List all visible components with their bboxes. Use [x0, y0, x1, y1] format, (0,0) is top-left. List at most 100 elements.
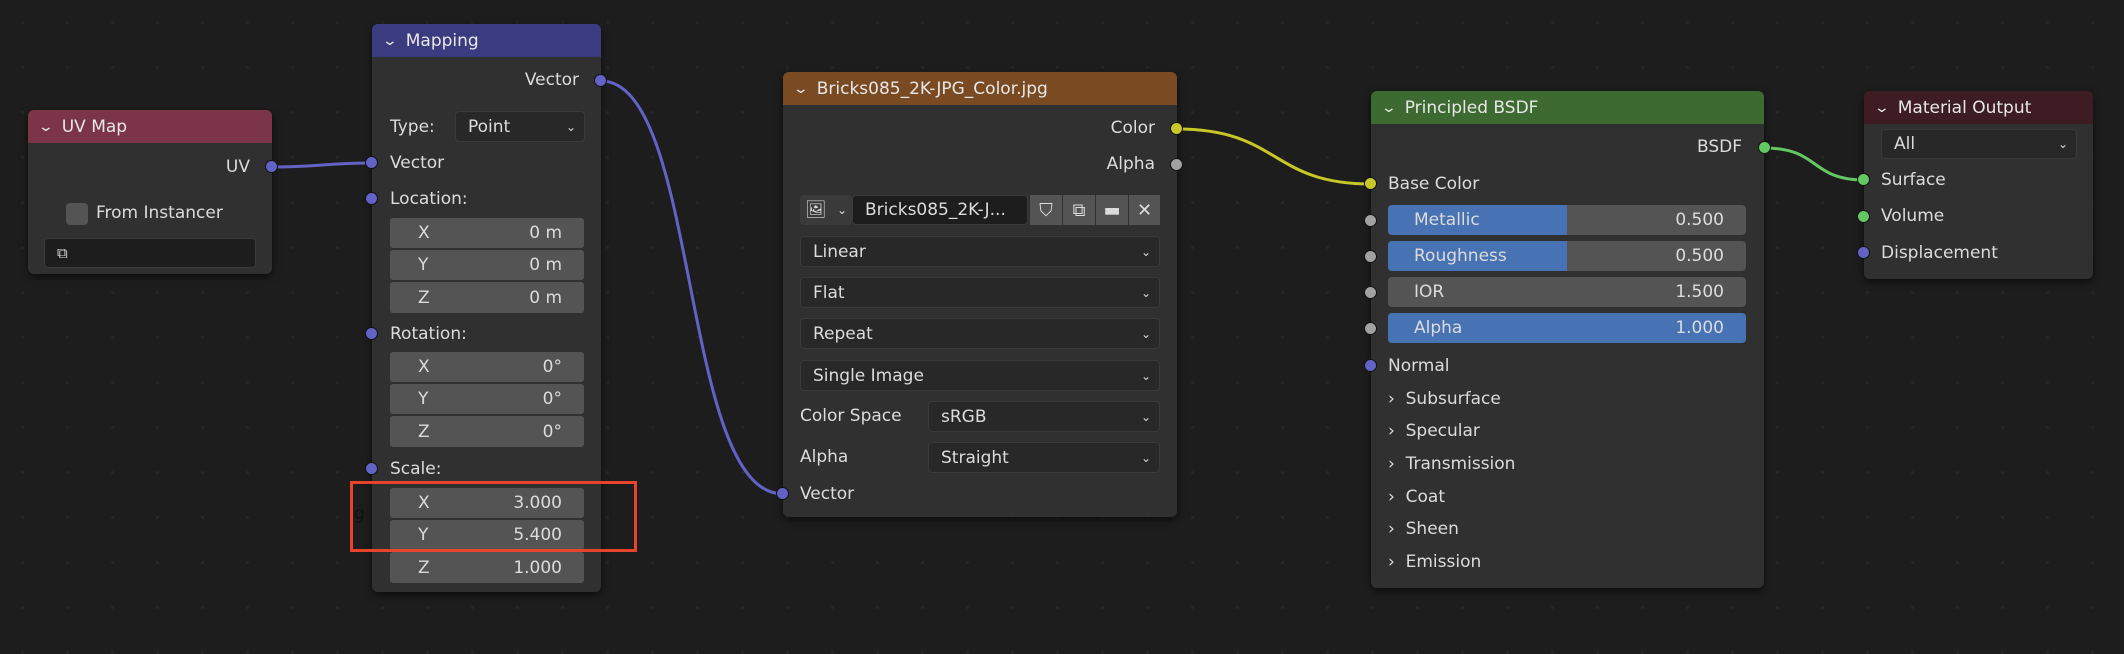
- normal-input-socket[interactable]: [1364, 359, 1377, 372]
- fake-user-button[interactable]: ⛉: [1030, 195, 1062, 225]
- image-texture-header[interactable]: ⌄ Bricks085_2K-JPG_Color.jpg: [783, 72, 1177, 105]
- uv-output-label: UV: [225, 157, 250, 177]
- panel-sheen[interactable]: › Sheen: [1388, 519, 1459, 539]
- uv-map-node[interactable]: ⌄ UV Map UV From Instancer ⧉: [28, 110, 272, 274]
- vector-input-label: Vector: [390, 153, 445, 173]
- dropdown-value: Flat: [813, 282, 845, 303]
- field-value: 0 m: [529, 255, 562, 275]
- folder-icon: ▬: [1103, 199, 1121, 221]
- roughness-input-socket[interactable]: [1364, 250, 1377, 263]
- volume-input-socket[interactable]: [1857, 210, 1870, 223]
- interpolation-dropdown[interactable]: Linear ⌄: [800, 236, 1160, 267]
- material-output-node[interactable]: ⌄ Material Output All ⌄ Surface Volume Dis…: [1864, 91, 2093, 279]
- material-output-header[interactable]: ⌄ Material Output: [1864, 91, 2093, 124]
- projection-dropdown[interactable]: Flat ⌄: [800, 277, 1160, 308]
- type-value: Point: [468, 116, 511, 137]
- location-label: Location:: [390, 189, 468, 209]
- field-value: 0°: [542, 421, 562, 442]
- color-output-socket[interactable]: [1170, 122, 1183, 135]
- alpha-slider[interactable]: Alpha 1.000: [1388, 313, 1746, 343]
- scale-z-field[interactable]: Z 1.000: [390, 552, 584, 583]
- from-instancer-label: From Instancer: [96, 203, 223, 223]
- type-dropdown[interactable]: Point ⌄: [455, 111, 585, 142]
- roughness-slider[interactable]: Roughness 0.500: [1388, 241, 1746, 271]
- uv-map-field[interactable]: ⧉: [44, 238, 256, 268]
- panel-transmission[interactable]: › Transmission: [1388, 454, 1515, 474]
- node-title: Bricks085_2K-JPG_Color.jpg: [816, 78, 1048, 99]
- location-input-socket[interactable]: [365, 192, 378, 205]
- axis-label: Z: [418, 557, 430, 578]
- principled-bsdf-header[interactable]: ⌄ Principled BSDF: [1371, 91, 1764, 124]
- metallic-input-socket[interactable]: [1364, 214, 1377, 227]
- panel-coat[interactable]: › Coat: [1388, 487, 1445, 507]
- color-space-dropdown[interactable]: sRGB ⌄: [928, 401, 1160, 432]
- scale-input-socket[interactable]: [365, 462, 378, 475]
- collapse-chevron-icon[interactable]: ⌄: [382, 33, 398, 49]
- color-output-label: Color: [1110, 118, 1155, 138]
- duplicate-image-button[interactable]: ⧉: [1063, 195, 1095, 225]
- alpha-output-socket[interactable]: [1170, 158, 1183, 171]
- open-image-button[interactable]: ▬: [1096, 195, 1128, 225]
- panel-label: Specular: [1405, 421, 1480, 441]
- location-y-field[interactable]: Y 0 m: [390, 250, 584, 280]
- panel-emission[interactable]: › Emission: [1388, 552, 1481, 572]
- rotation-z-field[interactable]: Z 0°: [390, 416, 584, 447]
- rotation-y-field[interactable]: Y 0°: [390, 384, 584, 414]
- slider-label: Alpha: [1414, 318, 1463, 338]
- unlink-image-button[interactable]: ✕: [1129, 195, 1160, 225]
- node-title: Principled BSDF: [1404, 97, 1539, 118]
- chevron-down-icon: ⌄: [1140, 450, 1151, 465]
- image-name-field[interactable]: Bricks085_2K-J...: [852, 195, 1028, 225]
- chevron-right-icon: ›: [1388, 454, 1395, 474]
- slider-value: 1.500: [1675, 282, 1724, 302]
- chevron-right-icon: ›: [1388, 519, 1395, 539]
- rotation-x-field[interactable]: X 0°: [390, 352, 584, 382]
- mapping-vector-input-socket[interactable]: [365, 156, 378, 169]
- alpha-mode-dropdown[interactable]: Straight ⌄: [928, 442, 1160, 473]
- scale-label: Scale:: [390, 459, 442, 479]
- bsdf-output-socket[interactable]: [1758, 141, 1771, 154]
- image-texture-node[interactable]: ⌄ Bricks085_2K-JPG_Color.jpg Color Alpha …: [783, 72, 1177, 517]
- collapse-chevron-icon[interactable]: ⌄: [38, 119, 54, 135]
- chevron-down-icon: ⌄: [1140, 285, 1151, 300]
- ior-input-socket[interactable]: [1364, 286, 1377, 299]
- mapping-vector-output-socket[interactable]: [594, 74, 607, 87]
- location-z-field[interactable]: Z 0 m: [390, 282, 584, 313]
- panel-label: Coat: [1405, 487, 1445, 507]
- field-value: 0 m: [529, 287, 562, 308]
- uv-output-socket[interactable]: [265, 160, 278, 173]
- node-title: UV Map: [61, 116, 128, 137]
- extension-dropdown[interactable]: Repeat ⌄: [800, 318, 1160, 349]
- close-icon: ✕: [1136, 199, 1153, 221]
- base-color-input-socket[interactable]: [1364, 177, 1377, 190]
- location-x-field[interactable]: X 0 m: [390, 218, 584, 248]
- link-uv-to-mapping: [271, 161, 373, 169]
- mapping-header[interactable]: ⌄ Mapping: [372, 24, 601, 57]
- ior-slider[interactable]: IOR 1.500: [1388, 277, 1746, 307]
- uv-map-header[interactable]: ⌄ UV Map: [28, 110, 272, 143]
- metallic-slider[interactable]: Metallic 0.500: [1388, 205, 1746, 235]
- node-title: Material Output: [1897, 97, 2032, 118]
- link-image-to-bsdf: [1176, 127, 1372, 186]
- dropdown-value: Straight: [941, 447, 1009, 468]
- panel-specular[interactable]: › Specular: [1388, 421, 1480, 441]
- from-instancer-checkbox[interactable]: [66, 203, 88, 225]
- target-dropdown[interactable]: All ⌄: [1881, 129, 2077, 159]
- collapse-chevron-icon[interactable]: ⌄: [793, 81, 809, 97]
- collapse-chevron-icon[interactable]: ⌄: [1381, 100, 1397, 116]
- image-browse-button[interactable]: 🖼 ⌄: [800, 195, 852, 225]
- chevron-down-icon: ⌄: [565, 119, 576, 134]
- image-vector-input-socket[interactable]: [776, 487, 789, 500]
- displacement-input-socket[interactable]: [1857, 246, 1870, 259]
- surface-input-socket[interactable]: [1857, 173, 1870, 186]
- field-value: 1.000: [513, 557, 562, 578]
- chevron-down-icon: ⌄: [1140, 409, 1151, 424]
- principled-bsdf-node[interactable]: ⌄ Principled BSDF BSDF Base Color Metalli…: [1371, 91, 1764, 588]
- collapse-chevron-icon[interactable]: ⌄: [1874, 100, 1890, 116]
- duplicate-icon: ⧉: [1072, 199, 1086, 221]
- source-dropdown[interactable]: Single Image ⌄: [800, 360, 1160, 391]
- alpha-input-socket[interactable]: [1364, 322, 1377, 335]
- slider-value: 1.000: [1675, 318, 1724, 338]
- rotation-input-socket[interactable]: [365, 327, 378, 340]
- panel-subsurface[interactable]: › Subsurface: [1388, 389, 1501, 409]
